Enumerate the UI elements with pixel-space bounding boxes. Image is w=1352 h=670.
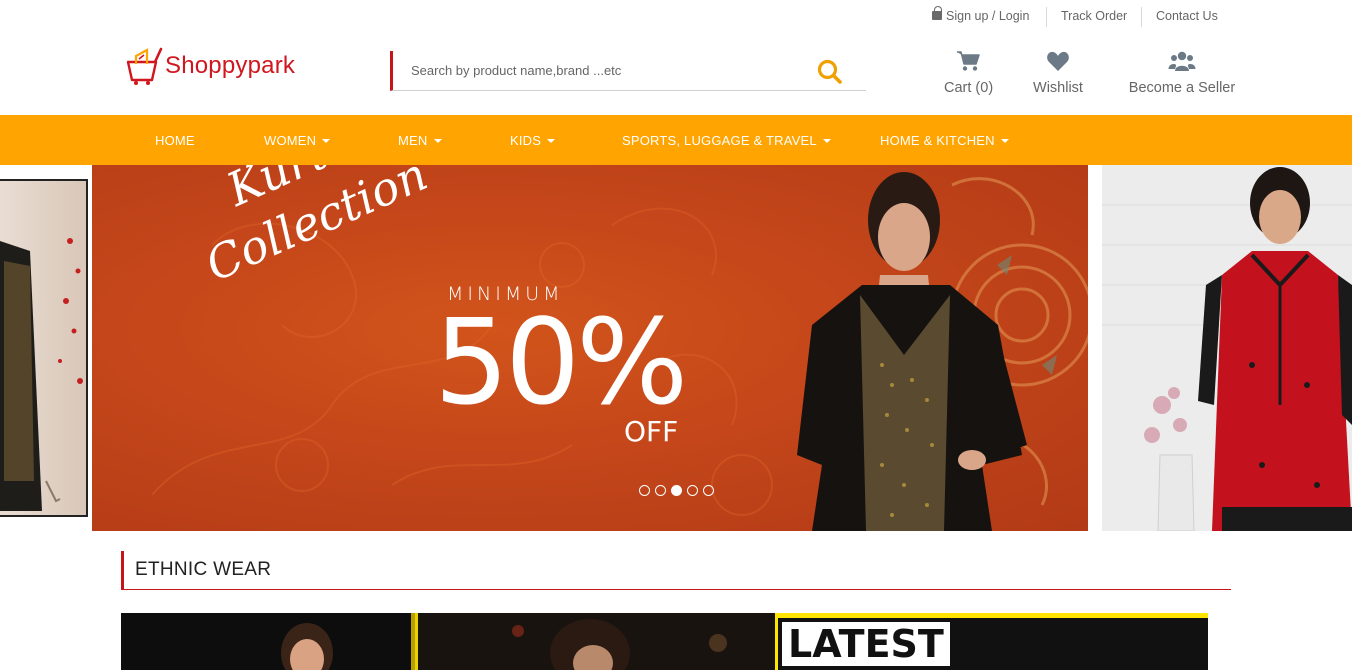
- wishlist-label: Wishlist: [1033, 80, 1083, 96]
- nav-label: WOMEN: [264, 133, 317, 148]
- divider: [1141, 7, 1142, 27]
- latest-label: LATEST: [782, 622, 950, 666]
- divider: [1046, 7, 1047, 27]
- cart-label: Cart (0): [944, 80, 994, 96]
- cart-icon: [957, 51, 980, 71]
- nav-item-women[interactable]: WOMEN: [264, 115, 331, 165]
- top-utility-bar: Sign up / Login Track Order Contact Us: [0, 0, 1352, 34]
- nav-label: KIDS: [510, 133, 542, 148]
- banner-off-text: OFF: [624, 415, 679, 448]
- caret-down-icon: [547, 138, 556, 143]
- ethnic-wear-tiles: LATEST: [121, 613, 1208, 670]
- nav-item-home-kitchen[interactable]: HOME & KITCHEN: [880, 115, 1009, 165]
- previous-slide-peek[interactable]: [0, 179, 88, 517]
- nav-item-men[interactable]: MEN: [398, 115, 442, 165]
- nav-label: SPORTS, LUGGAGE & TRAVEL: [622, 133, 817, 148]
- cart-button[interactable]: Cart (0): [944, 50, 994, 96]
- login-label: Sign up / Login: [946, 9, 1030, 23]
- brand-name: Shoppypark: [165, 52, 296, 79]
- carousel-dot-active[interactable]: [671, 485, 682, 496]
- site-logo[interactable]: Shoppypark: [125, 44, 295, 88]
- model-kurta-image: [0, 238, 83, 511]
- caret-down-icon: [433, 138, 442, 143]
- become-seller-button[interactable]: Become a Seller: [1128, 50, 1236, 96]
- carousel-indicators: [639, 485, 714, 496]
- hero-carousel[interactable]: Kurtis Collection MINIMUM 50% OFF: [0, 165, 1352, 531]
- carousel-dot[interactable]: [703, 485, 714, 496]
- model-salwar-image: [1102, 165, 1352, 531]
- shopping-basket-logo-icon: [126, 47, 163, 85]
- nav-label: HOME & KITCHEN: [880, 133, 995, 148]
- section-title: ETHNIC WEAR: [135, 559, 272, 580]
- model-photo: [121, 613, 415, 670]
- caret-down-icon: [322, 138, 331, 143]
- nav-item-kids[interactable]: KIDS: [510, 115, 556, 165]
- latest-collection-tile[interactable]: LATEST: [775, 613, 1208, 670]
- caret-down-icon: [822, 138, 831, 143]
- contact-us-link[interactable]: Contact Us: [1156, 9, 1218, 23]
- wishlist-button[interactable]: Wishlist: [1030, 50, 1086, 96]
- lock-icon: [932, 6, 942, 20]
- category-tile[interactable]: [415, 613, 775, 670]
- next-slide-peek[interactable]: [1102, 165, 1352, 531]
- search-icon[interactable]: [816, 58, 844, 86]
- category-tile[interactable]: [121, 613, 415, 670]
- track-order-link[interactable]: Track Order: [1061, 9, 1127, 23]
- search-input[interactable]: [393, 51, 793, 89]
- carousel-dot[interactable]: [655, 485, 666, 496]
- nav-item-home[interactable]: HOME: [155, 115, 195, 165]
- nav-label: MEN: [398, 133, 428, 148]
- search-bar: [390, 51, 866, 91]
- caret-down-icon: [1000, 138, 1009, 143]
- main-nav: HOME WOMEN MEN KIDS SPORTS, LUGGAGE & TR…: [0, 115, 1352, 165]
- model-photo: [418, 613, 775, 670]
- nav-item-sports-luggage-travel[interactable]: SPORTS, LUGGAGE & TRAVEL: [622, 115, 831, 165]
- nav-label: HOME: [155, 133, 195, 148]
- carousel-dot[interactable]: [687, 485, 698, 496]
- seller-label: Become a Seller: [1128, 80, 1236, 96]
- users-icon: [1168, 51, 1196, 71]
- carousel-dot[interactable]: [639, 485, 650, 496]
- banner-discount-percent: 50%: [434, 293, 688, 431]
- active-slide[interactable]: Kurtis Collection MINIMUM 50% OFF: [92, 165, 1088, 531]
- section-heading: ETHNIC WEAR: [121, 551, 1231, 590]
- heart-icon: [1047, 51, 1069, 71]
- login-link[interactable]: Sign up / Login: [932, 6, 1030, 23]
